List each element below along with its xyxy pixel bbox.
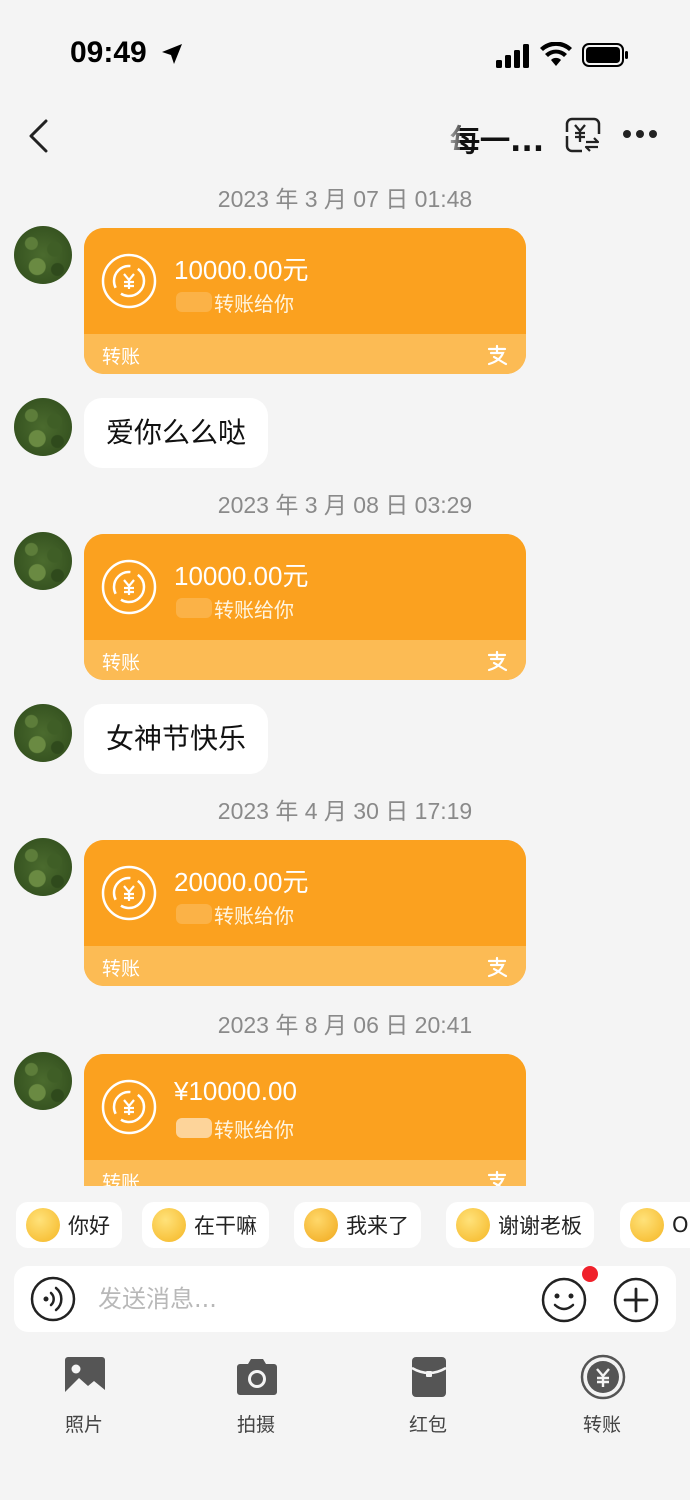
tongue-face-icon	[630, 1208, 664, 1242]
yuan-transfer-icon[interactable]	[564, 116, 602, 154]
camera-button[interactable]: 拍摄	[206, 1346, 306, 1442]
quick-reply-hello[interactable]: 你好	[16, 1202, 122, 1248]
message-input-bar	[14, 1266, 676, 1332]
sender-avatar[interactable]	[14, 838, 72, 896]
voice-input-icon[interactable]	[30, 1276, 76, 1322]
emoji-icon[interactable]	[540, 1276, 588, 1324]
transfer-type-label: 转账	[102, 958, 141, 980]
status-time: 09:49	[70, 36, 147, 69]
alipay-icon	[487, 1170, 507, 1186]
yuan-transfer-icon	[101, 1079, 157, 1135]
cellular-signal-icon	[496, 44, 529, 68]
red-packet-button[interactable]: 红包	[378, 1346, 478, 1442]
transfer-type-label: 转账	[102, 652, 141, 674]
message-timestamp: 2023 年 4 月 30 日 17:19	[217, 798, 473, 824]
quick-reply-label: 你好	[68, 1214, 110, 1238]
back-chevron-icon[interactable]	[26, 118, 52, 154]
transfer-label: 转账	[582, 1414, 621, 1436]
yuan-transfer-icon	[580, 1354, 626, 1400]
more-options-icon[interactable]	[622, 128, 658, 140]
quick-reply-label: 谢谢老板	[498, 1214, 582, 1238]
message-timestamp: 2023 年 3 月 08 日 03:29	[217, 492, 473, 518]
location-arrow-icon	[162, 44, 182, 64]
alipay-icon	[487, 956, 508, 978]
red-packet-icon	[411, 1357, 447, 1397]
photo-button[interactable]: 照片	[34, 1346, 134, 1442]
yuan-transfer-icon	[101, 253, 157, 309]
battery-icon	[582, 43, 628, 67]
transfer-card[interactable]: ¥10000.00 转账给你 转账	[84, 1054, 526, 1186]
quick-reply-label: 我来了	[346, 1214, 409, 1238]
attachment-toolbar: 照片 拍摄 红包 转账	[0, 1346, 690, 1446]
transfer-card[interactable]: 20000.00元 转账给你 转账	[84, 840, 526, 986]
chat-title: 每一...	[450, 124, 545, 159]
sender-avatar[interactable]	[14, 532, 72, 590]
transfer-amount: 20000.00元	[174, 867, 309, 897]
redacted-name	[176, 1118, 212, 1138]
quick-reply-coming[interactable]: 我来了	[294, 1202, 421, 1248]
title-blur-mask	[440, 116, 460, 154]
thinking-face-icon	[26, 1208, 60, 1242]
redacted-name	[176, 598, 212, 618]
camera-icon	[237, 1359, 277, 1395]
wifi-icon	[540, 42, 572, 66]
message-timestamp: 2023 年 8 月 06 日 20:41	[217, 1012, 473, 1038]
text-message[interactable]: 爱你么么哒	[84, 398, 269, 468]
quick-reply-label: 在干嘛	[194, 1214, 257, 1238]
sender-avatar[interactable]	[14, 226, 72, 284]
transfer-description: 转账给你	[214, 1118, 294, 1142]
photo-icon	[65, 1357, 105, 1397]
transfer-card[interactable]: 10000.00元 转账给你 转账	[84, 534, 526, 680]
photo-label: 照片	[64, 1414, 103, 1436]
grateful-face-icon	[456, 1208, 490, 1242]
transfer-amount: 10000.00元	[174, 561, 309, 591]
camera-label: 拍摄	[236, 1414, 275, 1436]
curious-face-icon	[152, 1208, 186, 1242]
transfer-description: 转账给你	[214, 904, 294, 928]
transfer-type-label: 转账	[102, 346, 141, 368]
transfer-description: 转账给你	[214, 292, 294, 316]
transfer-button[interactable]: 转账	[552, 1346, 652, 1442]
notification-dot	[582, 1266, 598, 1282]
chat-header: 每一...	[0, 100, 690, 172]
yuan-transfer-icon	[101, 865, 157, 921]
transfer-card[interactable]: 10000.00元 转账给你 转账	[84, 228, 526, 374]
sender-avatar[interactable]	[14, 704, 72, 762]
transfer-amount: ¥10000.00	[174, 1076, 297, 1106]
transfer-amount: 10000.00元	[174, 255, 309, 285]
message-input[interactable]	[98, 1278, 518, 1320]
alipay-icon	[487, 344, 508, 366]
alipay-icon	[487, 650, 508, 672]
quick-reply-what-doing[interactable]: 在干嘛	[142, 1202, 269, 1248]
yuan-transfer-icon	[101, 559, 157, 615]
transfer-description: 转账给你	[214, 598, 294, 622]
transfer-type-label: 转账	[102, 1172, 141, 1186]
redacted-name	[176, 292, 212, 312]
quick-reply-bar: 你好 在干嘛 我来了 谢谢老板 O	[0, 1202, 690, 1250]
sunglasses-face-icon	[304, 1208, 338, 1242]
chat-list-bottom-edge	[0, 1186, 690, 1200]
message-timestamp: 2023 年 3 月 07 日 01:48	[217, 186, 473, 212]
sender-avatar[interactable]	[14, 1052, 72, 1110]
quick-reply-ok[interactable]: O	[620, 1202, 690, 1248]
quick-reply-label: O	[672, 1213, 689, 1237]
status-bar: 09:49	[0, 0, 690, 100]
sender-avatar[interactable]	[14, 398, 72, 456]
redacted-name	[176, 904, 212, 924]
quick-reply-thanks-boss[interactable]: 谢谢老板	[446, 1202, 594, 1248]
red-packet-label: 红包	[408, 1414, 447, 1436]
text-message[interactable]: 女神节快乐	[84, 704, 269, 774]
plus-icon[interactable]	[612, 1276, 660, 1324]
